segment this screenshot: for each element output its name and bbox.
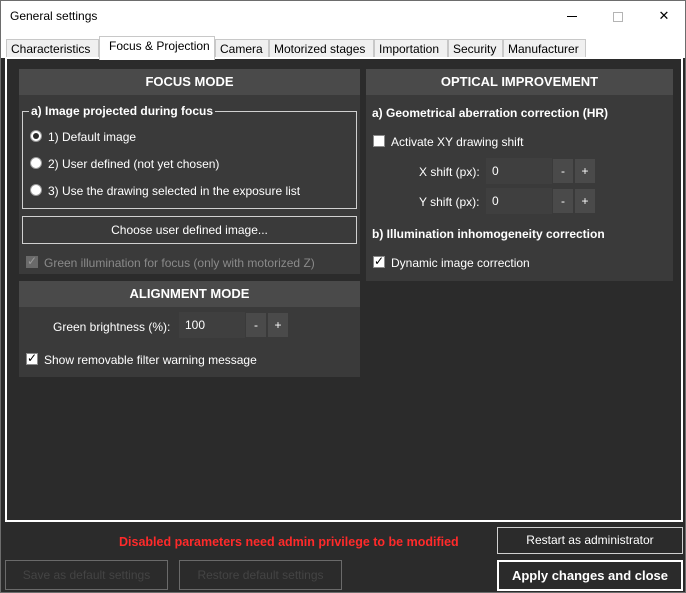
tab-content-frame: FOCUS MODE a) Image projected during foc… xyxy=(5,57,683,522)
focus-mode-panel: FOCUS MODE a) Image projected during foc… xyxy=(19,69,360,274)
green-brightness-input[interactable] xyxy=(179,312,245,338)
y-shift-increment-button[interactable]: + xyxy=(574,188,596,214)
minimize-icon xyxy=(567,16,577,17)
tab-manufacturer[interactable]: Manufacturer xyxy=(503,39,586,59)
minimize-button[interactable] xyxy=(549,1,595,32)
x-shift-decrement-button[interactable]: - xyxy=(552,158,574,184)
show-filter-warning-label[interactable]: Show removable filter warning message xyxy=(44,353,257,367)
green-brightness-label: Green brightness (%): xyxy=(53,320,171,334)
user-defined-radio[interactable] xyxy=(30,157,42,169)
tab-characteristics[interactable]: Characteristics xyxy=(6,39,99,59)
apply-and-close-button[interactable]: Apply changes and close xyxy=(497,560,683,591)
geometrical-aberration-heading: a) Geometrical aberration correction (HR… xyxy=(372,106,609,120)
exposure-list-drawing-radio[interactable] xyxy=(30,184,42,196)
tab-importation[interactable]: Importation xyxy=(374,39,448,59)
close-icon: ✕ xyxy=(658,9,670,24)
activate-xy-shift-label[interactable]: Activate XY drawing shift xyxy=(391,135,524,149)
maximize-button xyxy=(595,1,641,32)
image-projected-group-title: a) Image projected during focus xyxy=(29,104,216,118)
maximize-icon xyxy=(613,11,623,22)
title-bar[interactable]: General settings ✕ xyxy=(1,1,685,32)
settings-window: General settings ✕ Characteristics Focus… xyxy=(0,0,686,593)
restart-as-admin-button[interactable]: Restart as administrator xyxy=(497,527,683,554)
y-shift-input[interactable] xyxy=(486,188,552,214)
y-shift-label: Y shift (px): xyxy=(419,195,480,209)
x-shift-label: X shift (px): xyxy=(419,165,480,179)
default-image-radio[interactable] xyxy=(30,130,42,142)
tab-security[interactable]: Security xyxy=(448,39,503,59)
focus-mode-header: FOCUS MODE xyxy=(19,69,360,95)
x-shift-increment-button[interactable]: + xyxy=(574,158,596,184)
user-defined-label[interactable]: 2) User defined (not yet chosen) xyxy=(48,157,219,171)
dynamic-correction-label[interactable]: Dynamic image correction xyxy=(391,256,530,270)
save-default-settings-button: Save as default settings xyxy=(5,560,168,590)
default-image-label[interactable]: 1) Default image xyxy=(48,130,136,144)
alignment-mode-panel: ALIGNMENT MODE Green brightness (%): - +… xyxy=(19,281,360,377)
green-illumination-label: Green illumination for focus (only with … xyxy=(44,256,315,270)
choose-user-image-button[interactable]: Choose user defined image... xyxy=(22,216,357,244)
dynamic-correction-checkbox[interactable] xyxy=(373,254,385,268)
y-shift-decrement-button[interactable]: - xyxy=(552,188,574,214)
tab-strip: Characteristics Focus & Projection Camer… xyxy=(1,32,685,60)
exposure-list-drawing-label[interactable]: 3) Use the drawing selected in the expos… xyxy=(48,184,300,198)
optical-improvement-header: OPTICAL IMPROVEMENT xyxy=(366,69,673,95)
green-illumination-checkbox xyxy=(26,254,38,268)
tab-motorized-stages[interactable]: Motorized stages xyxy=(269,39,374,59)
restore-default-settings-button: Restore default settings xyxy=(179,560,342,590)
x-shift-input[interactable] xyxy=(486,158,552,184)
tab-content: FOCUS MODE a) Image projected during foc… xyxy=(11,63,677,516)
close-button[interactable]: ✕ xyxy=(641,1,686,32)
show-filter-warning-checkbox[interactable] xyxy=(26,351,38,365)
tab-camera[interactable]: Camera xyxy=(215,39,269,59)
tab-focus-projection[interactable]: Focus & Projection xyxy=(99,36,215,60)
green-brightness-decrement-button[interactable]: - xyxy=(245,312,267,338)
window-title: General settings xyxy=(10,9,98,23)
illumination-correction-heading: b) Illumination inhomogeneity correction xyxy=(372,227,605,241)
activate-xy-shift-checkbox[interactable] xyxy=(373,135,385,147)
green-brightness-increment-button[interactable]: + xyxy=(267,312,289,338)
optical-improvement-panel: OPTICAL IMPROVEMENT a) Geometrical aberr… xyxy=(366,69,673,281)
alignment-mode-header: ALIGNMENT MODE xyxy=(19,281,360,307)
admin-warning-text: Disabled parameters need admin privilege… xyxy=(119,535,459,549)
